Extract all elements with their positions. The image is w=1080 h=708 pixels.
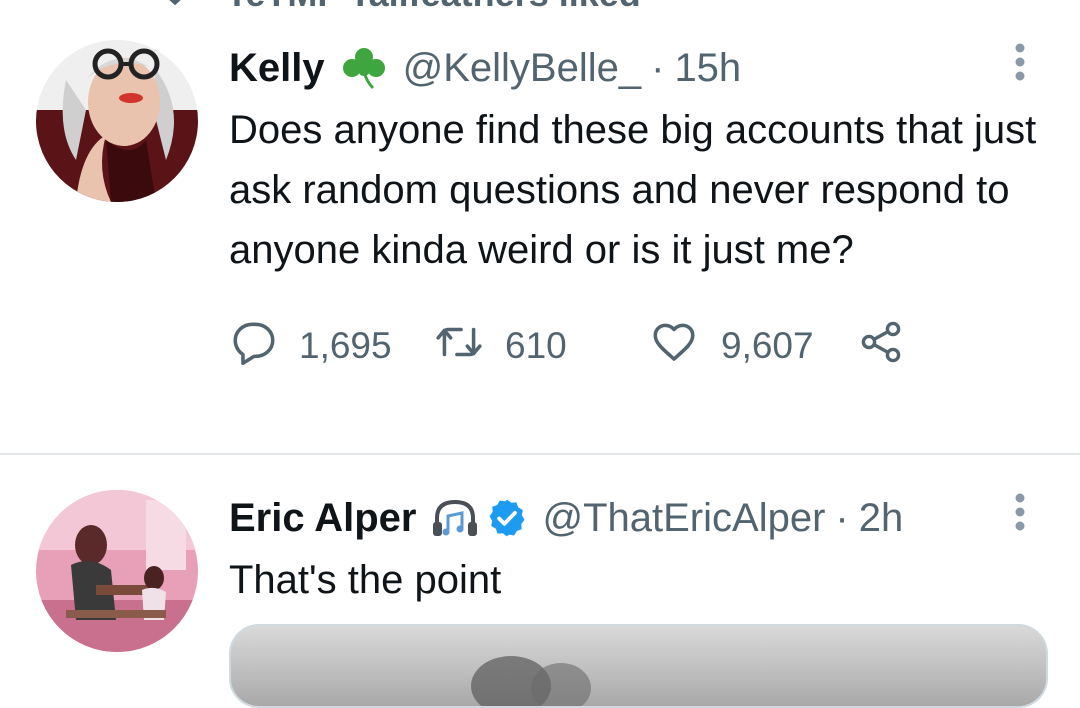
tweet-divider <box>0 453 1080 455</box>
tweet-content: Kelly @KellyBelle_ · 15h Does anyone fin… <box>229 40 1040 376</box>
separator-dot: · <box>651 45 665 90</box>
share-icon <box>857 317 905 376</box>
tweet-content: Eric Alper @ThatEricAlper · 2h That's th… <box>229 490 1040 610</box>
verified-badge-icon <box>486 497 528 539</box>
retweet-button[interactable]: 610 <box>433 317 647 376</box>
tweet-text: That's the point <box>229 558 502 602</box>
tweet[interactable]: Kelly @KellyBelle_ · 15h Does anyone fin… <box>0 40 1080 453</box>
timestamp[interactable]: 15h <box>674 46 741 91</box>
avatar[interactable] <box>36 490 198 652</box>
reply-icon <box>229 317 279 376</box>
heart-icon <box>160 0 190 9</box>
reply-count: 1,695 <box>299 325 392 366</box>
tweet-header: Kelly @KellyBelle_ · 15h <box>229 40 1040 96</box>
like-button[interactable]: 9,607 <box>647 317 857 376</box>
shamrock-icon <box>339 46 389 90</box>
headphones-music-icon <box>430 496 480 540</box>
tweet-actions: 1,695 610 9,607 <box>229 316 1040 376</box>
display-name[interactable]: Kelly <box>229 46 325 91</box>
like-count: 9,607 <box>721 325 814 366</box>
reply-button[interactable]: 1,695 <box>229 317 433 376</box>
social-context-text: TeTMF Tallfeathers liked <box>226 0 641 15</box>
social-context: TeTMF Tallfeathers liked <box>160 0 641 14</box>
avatar[interactable] <box>36 40 198 202</box>
more-options-icon[interactable] <box>1000 42 1040 82</box>
display-name[interactable]: Eric Alper <box>229 496 416 541</box>
user-handle[interactable]: @ThatEricAlper <box>542 496 825 541</box>
user-handle[interactable]: @KellyBelle_ <box>403 46 642 91</box>
retweet-icon <box>433 317 485 376</box>
more-options-icon[interactable] <box>1000 492 1040 532</box>
tweet-media[interactable] <box>229 624 1048 708</box>
heart-outline-icon <box>647 317 701 376</box>
timestamp[interactable]: 2h <box>859 496 904 541</box>
separator-dot: · <box>835 495 849 540</box>
retweet-count: 610 <box>505 325 567 366</box>
share-button[interactable] <box>857 317 905 376</box>
tweet-header: Eric Alper @ThatEricAlper · 2h <box>229 490 1040 546</box>
tweet-text: Does anyone find these big accounts that… <box>229 108 1037 272</box>
